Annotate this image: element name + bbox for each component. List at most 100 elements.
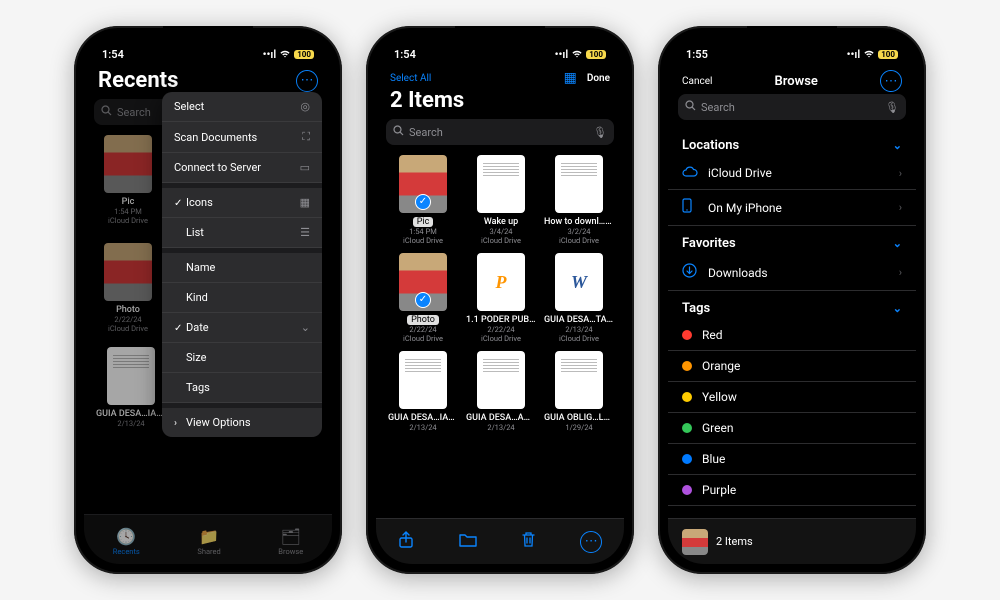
list-icon: ☰ xyxy=(300,226,310,239)
file-meta: 1:54 PM xyxy=(409,227,437,236)
wifi-icon xyxy=(279,48,291,61)
view-mode-button[interactable]: ▦ xyxy=(564,70,577,86)
file-meta: 3/2/24 xyxy=(567,227,590,236)
wifi-icon xyxy=(571,48,583,61)
tag-color-dot xyxy=(682,454,692,464)
tag-color-dot xyxy=(682,423,692,433)
more-menu-button[interactable]: ⋯ xyxy=(296,70,318,92)
page-title: 2 Items xyxy=(390,88,464,113)
file-item[interactable]: How to downl…unity 3/2/24 iCloud Drive xyxy=(542,153,616,247)
search-placeholder: Search xyxy=(701,101,735,114)
menu-item-scan[interactable]: Scan Documents ⛶ xyxy=(162,122,322,153)
file-item[interactable]: GUIA OBLIG…LADA 1/29/24 xyxy=(542,349,616,434)
browse-footer: 2 Items xyxy=(668,518,916,564)
file-name: Pic xyxy=(413,217,434,227)
tag-row[interactable]: Orange xyxy=(668,351,916,382)
tag-row[interactable]: Yellow xyxy=(668,382,916,413)
favorite-row[interactable]: Downloads › xyxy=(668,255,916,291)
location-row[interactable]: iCloud Drive › xyxy=(668,157,916,190)
file-thumbnail xyxy=(555,351,603,409)
tag-row[interactable]: Blue xyxy=(668,444,916,475)
file-meta: iCloud Drive xyxy=(559,236,599,245)
notch xyxy=(163,26,253,46)
section-favorites[interactable]: Favorites ⌄ xyxy=(668,226,916,255)
selection-toolbar: ⋯ xyxy=(376,518,624,564)
more-menu-button[interactable]: ⋯ xyxy=(880,70,902,92)
delete-button[interactable] xyxy=(521,531,536,552)
file-meta: iCloud Drive xyxy=(559,334,599,343)
menu-item-kind[interactable]: Kind xyxy=(162,283,322,313)
wifi-icon xyxy=(863,48,875,61)
tag-name: Blue xyxy=(702,452,725,466)
selection-thumbnail[interactable] xyxy=(682,529,708,555)
file-item[interactable]: GUIA DESA…ANTIL 2/13/24 xyxy=(464,349,538,434)
share-button[interactable] xyxy=(398,531,414,553)
menu-item-icons[interactable]: ✓Icons ▦ xyxy=(162,188,322,218)
file-thumbnail: ✓ xyxy=(399,253,447,311)
battery-indicator: 100 xyxy=(294,50,314,59)
chevron-right-icon: › xyxy=(899,266,902,279)
file-name: GUIA OBLIG…LADA xyxy=(544,413,614,423)
phone-selection-mode: 1:54 ••ıl 100 Select All ▦ Done 2 Items xyxy=(366,26,634,574)
file-meta: iCloud Drive xyxy=(403,236,443,245)
location-name: On My iPhone xyxy=(708,201,782,215)
file-name: 1.1 PODER PUBLI…TE. 2 xyxy=(466,315,536,325)
grid-icon: ▦ xyxy=(300,196,310,209)
file-meta: 2/13/24 xyxy=(565,325,592,334)
menu-item-list[interactable]: List ☰ xyxy=(162,218,322,248)
file-item[interactable]: W GUÍA DESA…TARIO 2/13/24 iCloud Drive xyxy=(542,251,616,345)
file-name: Photo xyxy=(407,315,439,325)
file-item[interactable]: ✓ Pic 1:54 PM iCloud Drive xyxy=(386,153,460,247)
server-icon: ▭ xyxy=(300,161,310,174)
chevron-down-icon: ⌄ xyxy=(893,139,902,152)
menu-item-connect[interactable]: Connect to Server ▭ xyxy=(162,153,322,183)
mic-icon[interactable]: 🎙 xyxy=(885,101,899,114)
download-icon xyxy=(682,263,698,282)
favorite-name: Downloads xyxy=(708,266,768,280)
search-icon xyxy=(393,125,404,139)
chevron-down-icon: ⌄ xyxy=(301,321,310,334)
menu-item-name[interactable]: Name xyxy=(162,253,322,283)
menu-item-date[interactable]: ✓Date ⌄ xyxy=(162,313,322,343)
search-input[interactable]: Search 🎙 xyxy=(386,119,614,145)
tag-color-dot xyxy=(682,485,692,495)
section-tags[interactable]: Tags ⌄ xyxy=(668,291,916,320)
section-locations[interactable]: Locations ⌄ xyxy=(668,128,916,157)
selected-check-icon: ✓ xyxy=(415,292,431,308)
file-thumbnail: ✓ xyxy=(399,155,447,213)
tag-row[interactable]: Red xyxy=(668,320,916,351)
tag-name: Green xyxy=(702,421,733,435)
cancel-button[interactable]: Cancel xyxy=(682,76,712,87)
file-thumbnail xyxy=(477,155,525,213)
select-icon: ◎ xyxy=(300,100,310,113)
status-time: 1:55 xyxy=(686,48,708,61)
location-row[interactable]: On My iPhone › xyxy=(668,190,916,226)
tag-row[interactable]: Green xyxy=(668,413,916,444)
page-title: Recents xyxy=(98,68,178,93)
signal-icon: ••ıl xyxy=(555,48,569,61)
file-item[interactable]: ✓ Photo 2/22/24 iCloud Drive xyxy=(386,251,460,345)
file-item[interactable]: GUÍA DESA…IADO 2/13/24 xyxy=(386,349,460,434)
iphone-icon xyxy=(682,198,698,217)
battery-indicator: 100 xyxy=(878,50,898,59)
tag-row[interactable]: Purple xyxy=(668,475,916,506)
file-item[interactable]: Wake up 3/4/24 iCloud Drive xyxy=(464,153,538,247)
menu-item-tags[interactable]: Tags xyxy=(162,373,322,403)
menu-item-view-options[interactable]: ›View Options xyxy=(162,408,322,437)
menu-item-size[interactable]: Size xyxy=(162,343,322,373)
file-meta: 2/13/24 xyxy=(409,423,436,432)
mic-icon[interactable]: 🎙 xyxy=(593,126,607,139)
more-button[interactable]: ⋯ xyxy=(580,531,602,553)
move-button[interactable] xyxy=(458,532,478,552)
done-button[interactable]: Done xyxy=(587,73,610,84)
status-time: 1:54 xyxy=(102,48,124,61)
tag-name: Orange xyxy=(702,359,740,373)
search-input[interactable]: Search 🎙 xyxy=(678,94,906,120)
select-all-button[interactable]: Select All xyxy=(390,73,431,84)
chevron-right-icon: › xyxy=(899,167,902,180)
chevron-right-icon: › xyxy=(899,201,902,214)
phone-recents-menu: 1:54 ••ıl 100 Recents ⋯ Search Pic xyxy=(74,26,342,574)
file-item[interactable]: P 1.1 PODER PUBLI…TE. 2 2/22/24 iCloud D… xyxy=(464,251,538,345)
scan-icon: ⛶ xyxy=(302,130,310,144)
menu-item-select[interactable]: Select ◎ xyxy=(162,92,322,122)
